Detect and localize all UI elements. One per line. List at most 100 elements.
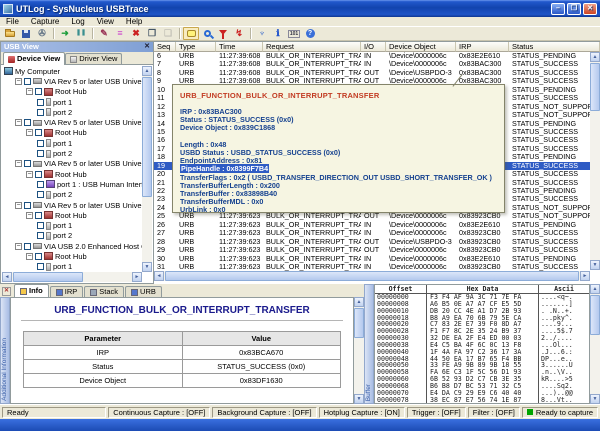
checkbox[interactable]	[24, 160, 31, 167]
tooltip-toggle-button[interactable]	[183, 27, 199, 40]
table-row[interactable]: 27URB11:27:39:623BULK_OR_INTERRUPT_TRANS…	[154, 229, 590, 237]
raw-data-button[interactable]: 101	[286, 27, 302, 40]
column-header-time[interactable]: Time	[216, 42, 263, 52]
tree-item[interactable]: port 2	[2, 231, 142, 241]
table-row[interactable]: 30URB11:27:39:623BULK_OR_INTERRUPT_TRANS…	[154, 255, 590, 263]
scroll-up-icon[interactable]: ▲	[590, 52, 600, 62]
menu-log[interactable]: Log	[65, 17, 90, 26]
table-row[interactable]: 8URB11:27:39:608BULK_OR_INTERRUPT_TRANSF…	[154, 69, 590, 77]
checkbox[interactable]	[35, 171, 42, 178]
column-header-device[interactable]: Device Object	[386, 42, 456, 52]
search-button[interactable]	[199, 27, 215, 40]
expand-toggle-icon[interactable]: −	[15, 202, 22, 209]
close-button[interactable]: ✕	[583, 3, 597, 15]
table-row[interactable]: 26URB11:27:39:623BULK_OR_INTERRUPT_TRANS…	[154, 221, 590, 229]
save-log-button[interactable]	[18, 27, 34, 40]
hex-vertical-scrollbar[interactable]: ▲ ▼	[590, 284, 600, 404]
expand-toggle-icon[interactable]: −	[26, 88, 33, 95]
column-header-seq[interactable]: Seq	[154, 42, 176, 52]
checkbox[interactable]	[37, 99, 44, 106]
tab-driver-view[interactable]: Driver View	[65, 53, 122, 64]
column-header-request[interactable]: Request	[263, 42, 361, 52]
checkbox[interactable]	[35, 129, 42, 136]
trigger-button[interactable]: ↯	[231, 27, 247, 40]
info-button[interactable]: ℹ	[270, 27, 286, 40]
help-button[interactable]: ?	[302, 27, 318, 40]
checkbox[interactable]	[37, 109, 44, 116]
checkbox[interactable]	[24, 243, 31, 250]
start-capture-button[interactable]: ➜	[57, 27, 73, 40]
clear-log-button[interactable]: ✖	[128, 27, 144, 40]
checkbox[interactable]	[24, 202, 31, 209]
title-bar[interactable]: UTLog - SysNucleus USBTrace –❐✕	[0, 0, 600, 17]
checkbox[interactable]	[37, 232, 44, 239]
checkbox[interactable]	[35, 88, 42, 95]
tree-item[interactable]: −Root Hub	[2, 128, 142, 138]
checkbox[interactable]	[35, 212, 42, 219]
table-row[interactable]: 7URB11:27:39:608BULK_OR_INTERRUPT_TRANSF…	[154, 60, 590, 68]
scroll-up-icon[interactable]: ▲	[354, 297, 364, 307]
log-vertical-scrollbar[interactable]: ▲ ▼	[590, 52, 600, 270]
menu-capture[interactable]: Capture	[25, 17, 65, 26]
column-header-status[interactable]: Status	[509, 42, 600, 52]
details-row[interactable]: IRP0x83BCA670	[24, 346, 341, 360]
tree-item[interactable]: port 2	[2, 148, 142, 158]
usb-devices-button[interactable]: ♆	[254, 27, 270, 40]
expand-toggle-icon[interactable]: −	[26, 171, 33, 178]
menu-view[interactable]: View	[91, 17, 120, 26]
expand-toggle-icon[interactable]: −	[15, 243, 22, 250]
tree-item[interactable]: −Root Hub	[2, 210, 142, 220]
tree-item[interactable]: −VIA Rev 5 or later USB Universal Host C	[2, 117, 142, 127]
scroll-down-icon[interactable]: ▼	[354, 394, 364, 404]
column-header-io[interactable]: I/O	[361, 42, 386, 52]
details-row[interactable]: StatusSTATUS_SUCCESS (0x0)	[24, 360, 341, 374]
tree-item[interactable]: port 1	[2, 138, 142, 148]
checkbox[interactable]	[37, 263, 44, 270]
expand-toggle-icon[interactable]: −	[15, 78, 22, 85]
tree-item[interactable]: port 1 : USB Human Interface D	[2, 179, 142, 189]
checkbox[interactable]	[37, 222, 44, 229]
tree-item[interactable]: My Computer	[2, 66, 142, 76]
checkbox[interactable]	[24, 78, 31, 85]
log-horizontal-scrollbar[interactable]: ◄ ►	[154, 271, 590, 281]
scroll-down-icon[interactable]: ▼	[590, 394, 600, 404]
tab-urb[interactable]: URB	[125, 286, 162, 297]
pause-capture-button[interactable]: ❚❚	[73, 27, 89, 40]
scroll-up-icon[interactable]: ▲	[590, 284, 600, 294]
checkbox[interactable]	[37, 191, 44, 198]
tab-irp[interactable]: IRP	[50, 286, 84, 297]
tab-stack[interactable]: Stack	[84, 286, 124, 297]
expand-toggle-icon[interactable]: −	[26, 129, 33, 136]
tree-item[interactable]: port 1	[2, 262, 142, 272]
tree-item[interactable]: −VIA Rev 5 or later USB Universal Host C	[2, 200, 142, 210]
log-columns-button[interactable]: ≡	[112, 27, 128, 40]
menu-file[interactable]: File	[0, 17, 25, 26]
expand-toggle-icon[interactable]: −	[26, 253, 33, 260]
column-header-irp[interactable]: IRP	[456, 42, 509, 52]
maximize-button[interactable]: ❐	[567, 3, 581, 15]
scroll-thumb[interactable]	[590, 295, 600, 335]
scroll-down-icon[interactable]: ▼	[590, 260, 600, 270]
scroll-thumb[interactable]	[590, 63, 600, 111]
checkbox[interactable]	[35, 253, 42, 260]
tree-item[interactable]: port 1	[2, 220, 142, 230]
details-row[interactable]: Device Object0x83DF1630	[24, 374, 341, 388]
hex-row[interactable]: 0000007838 EC 87 E7 56 74 1E 878...Vt..	[375, 397, 589, 404]
tree-item[interactable]: −VIA Rev 5 or later USB Universal Host C	[2, 76, 142, 86]
column-header-type[interactable]: Type	[176, 42, 216, 52]
tree-vertical-scrollbar[interactable]: ▲ ▼	[142, 66, 152, 272]
expand-toggle-icon[interactable]: −	[26, 212, 33, 219]
open-log-button[interactable]	[2, 27, 18, 40]
tree-item[interactable]: −Root Hub	[2, 251, 142, 261]
tab-info[interactable]: Info	[14, 284, 49, 297]
scroll-thumb[interactable]	[165, 271, 579, 281]
edit-log-button[interactable]: ✎	[96, 27, 112, 40]
tree-item[interactable]: −VIA Rev 5 or later USB Universal Host C	[2, 159, 142, 169]
scroll-right-icon[interactable]: ►	[132, 272, 142, 282]
scroll-left-icon[interactable]: ◄	[2, 272, 12, 282]
expand-toggle-icon[interactable]: −	[15, 160, 22, 167]
minimize-button[interactable]: –	[551, 3, 565, 15]
table-row[interactable]: 29URB11:27:39:623BULK_OR_INTERRUPT_TRANS…	[154, 246, 590, 254]
scroll-thumb[interactable]	[142, 77, 152, 197]
details-close-icon[interactable]: ✕	[2, 287, 11, 296]
